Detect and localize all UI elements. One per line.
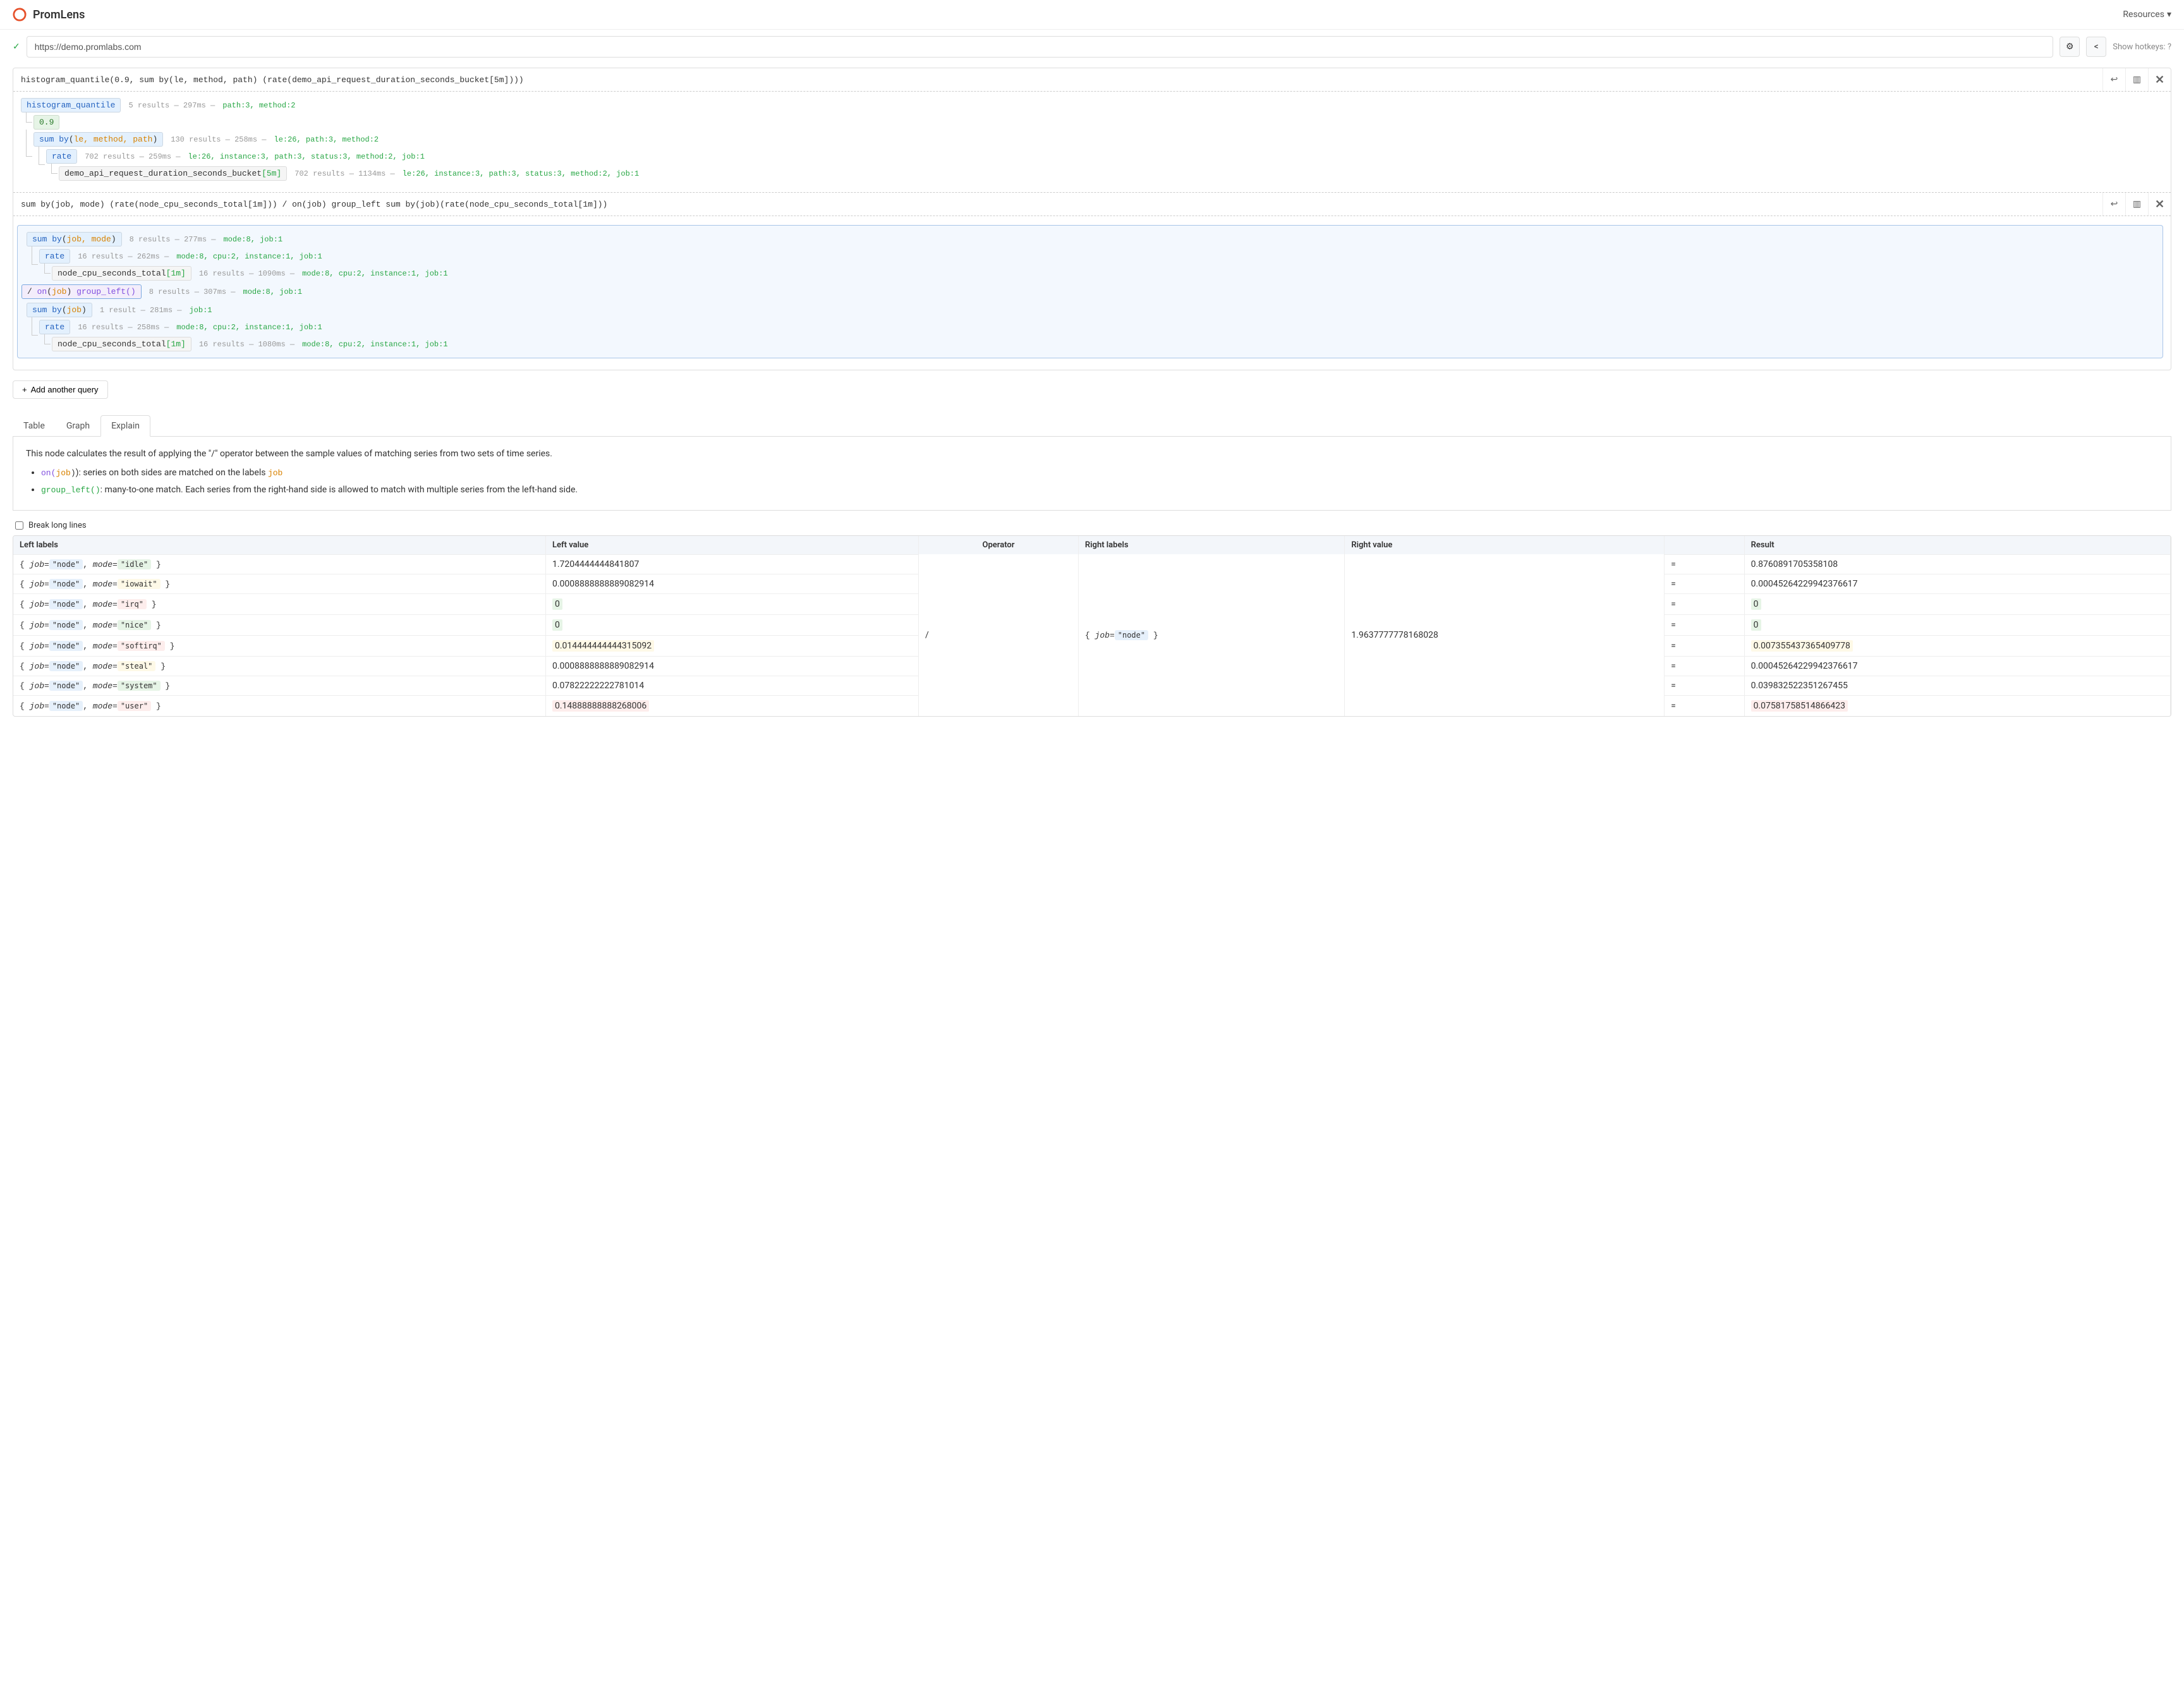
columns-button[interactable]: ▥ [2125,68,2148,91]
query-block-1: histogram_quantile(0.9, sum by(le, metho… [13,68,2171,370]
columns-icon: ▥ [2133,75,2141,85]
close-icon: ✕ [2155,73,2164,87]
tree-node-operator[interactable]: / on(job) group_left() [21,284,142,299]
tree-node-metric[interactable]: node_cpu_seconds_total[1m] [52,337,191,351]
tree-node-rate[interactable]: rate [46,149,77,164]
tree-node-fn[interactable]: histogram_quantile [21,98,121,112]
tab-table[interactable]: Table [13,415,56,437]
break-lines-checkbox[interactable]: Break long lines [15,521,2169,530]
plus-icon: + [22,385,27,394]
logo-icon [13,8,27,21]
tree-node-agg[interactable]: sum by(job) [27,303,92,317]
tree-node-metric[interactable]: node_cpu_seconds_total[1m] [52,266,191,281]
server-url-input[interactable] [27,36,2054,58]
tab-graph[interactable]: Graph [56,415,100,437]
remove-query-button[interactable]: ✕ [2148,68,2171,91]
tree-node-rate[interactable]: rate [39,320,70,334]
app-title: PromLens [33,8,85,21]
col-right-labels: Right labels [1079,536,1345,554]
explain-intro: This node calculates the result of apply… [26,447,2158,461]
selected-tree-region: sum by(job, mode) 8 results — 277ms — mo… [17,225,2163,358]
query-input-2[interactable]: sum by(job, mode) (rate(node_cpu_seconds… [13,193,2102,216]
resources-dropdown[interactable]: Resources ▾ [2123,9,2171,20]
insert-newline-button[interactable]: ↩ [2102,193,2125,216]
tree-node-metric[interactable]: demo_api_request_duration_seconds_bucket… [59,166,287,181]
columns-button[interactable]: ▥ [2125,193,2148,216]
break-lines-input[interactable] [15,521,23,530]
tree-node-agg[interactable]: sum by(le, method, path) [33,132,163,147]
col-result: Result [1745,536,2171,554]
remove-query-button[interactable]: ✕ [2148,193,2171,216]
columns-icon: ▥ [2133,199,2141,209]
insert-newline-button[interactable]: ↩ [2102,68,2125,91]
share-button[interactable]: < [2086,37,2106,57]
share-icon: < [2094,42,2099,52]
close-icon: ✕ [2155,198,2164,211]
chevron-down-icon: ▾ [2167,9,2171,20]
query-input-1[interactable]: histogram_quantile(0.9, sum by(le, metho… [13,69,2102,91]
gear-icon: ⚙ [2066,42,2074,52]
col-left-value: Left value [546,536,919,554]
result-table: Left labels Left value Operator Right la… [13,535,2171,717]
settings-button[interactable]: ⚙ [2060,37,2080,57]
add-query-button[interactable]: + Add another query [13,380,108,399]
tree-node-scalar[interactable]: 0.9 [33,115,59,130]
col-left-labels: Left labels [13,536,546,554]
explain-panel: This node calculates the result of apply… [13,437,2171,511]
explain-bullet-on: on(job)): series on both sides are match… [41,466,2158,480]
status-check-icon: ✓ [13,42,20,52]
tree-node-rate[interactable]: rate [39,249,70,264]
tree-node-agg[interactable]: sum by(job, mode) [27,232,122,246]
col-right-value: Right value [1345,536,1665,554]
tab-explain[interactable]: Explain [100,415,150,437]
explain-bullet-groupleft: group_left(): many-to-one match. Each se… [41,483,2158,497]
col-operator: Operator [919,536,1079,554]
hotkeys-hint[interactable]: Show hotkeys: ? [2113,42,2171,52]
